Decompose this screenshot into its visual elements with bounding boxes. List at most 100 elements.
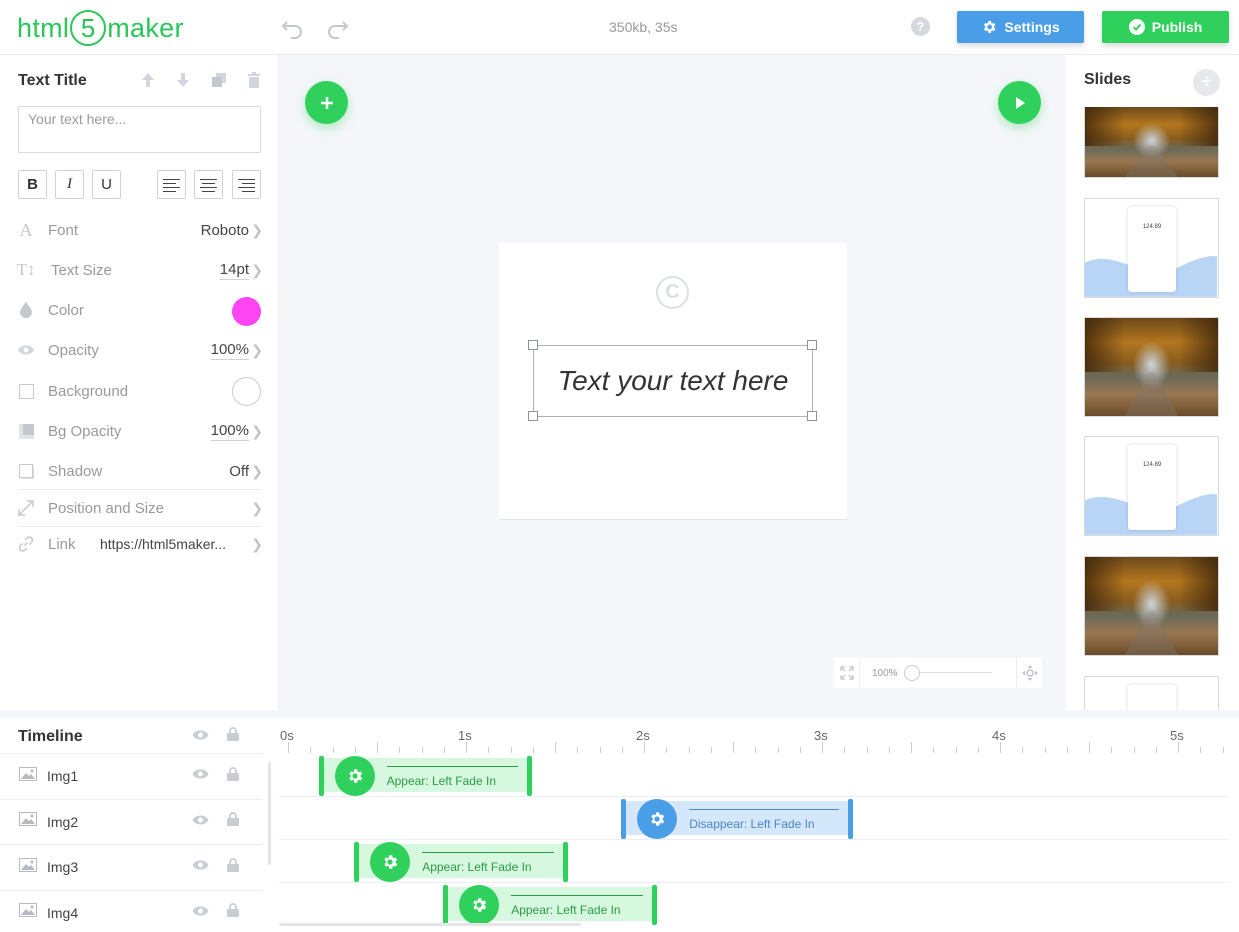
slide-thumbnail-5[interactable] xyxy=(1084,556,1219,656)
move-icon xyxy=(1021,665,1038,681)
link-value[interactable]: https://html5maker... xyxy=(100,536,239,552)
layers-scrollbar[interactable] xyxy=(268,762,271,865)
color-swatch[interactable] xyxy=(232,297,261,326)
play-button[interactable] xyxy=(998,81,1041,124)
fit-to-screen-button[interactable] xyxy=(1016,658,1042,688)
animation-block[interactable]: Appear: Left Fade In xyxy=(443,885,657,925)
animation-start-handle[interactable] xyxy=(621,799,627,839)
link-row[interactable]: Link https://html5maker... ❯ xyxy=(18,529,263,559)
underline-button[interactable]: U xyxy=(92,170,121,199)
fullscreen-button[interactable] xyxy=(834,658,860,688)
animation-end-handle[interactable] xyxy=(562,842,568,882)
eye-icon[interactable] xyxy=(192,904,209,922)
lock-icon[interactable] xyxy=(227,812,239,831)
slide-thumbnail-4[interactable]: 124.89 xyxy=(1084,436,1219,536)
opacity-value[interactable]: 100% xyxy=(210,341,249,360)
text-input[interactable]: Your text here... xyxy=(18,106,261,153)
lock-icon[interactable] xyxy=(227,766,239,786)
move-down-icon[interactable] xyxy=(175,72,191,88)
timeline-layer[interactable]: Img1 xyxy=(0,753,262,798)
background-row[interactable]: Background xyxy=(18,376,263,406)
animation-end-handle[interactable] xyxy=(527,756,533,796)
font-row[interactable]: A Font Roboto ❯ xyxy=(18,215,264,245)
align-center-button[interactable] xyxy=(194,170,223,199)
slide-thumbnail-6[interactable] xyxy=(1084,676,1219,710)
duplicate-icon[interactable] xyxy=(211,72,227,88)
animation-settings-button[interactable] xyxy=(334,756,375,796)
position-size-row[interactable]: Position and Size ❯ xyxy=(18,493,263,523)
slide-stage[interactable]: C Text your text here xyxy=(499,243,847,520)
align-right-button[interactable] xyxy=(232,170,261,199)
redo-button[interactable] xyxy=(325,14,351,40)
bold-button[interactable]: B xyxy=(18,170,47,199)
phone-mockup xyxy=(1128,685,1176,710)
add-slide-button[interactable]: + xyxy=(1193,69,1220,96)
italic-button[interactable]: I xyxy=(55,170,84,199)
eye-icon[interactable] xyxy=(192,728,209,746)
animation-block[interactable]: Appear: Left Fade In xyxy=(318,756,533,796)
zoom-slider-knob[interactable] xyxy=(904,665,920,681)
ruler-tick xyxy=(577,747,579,753)
text-size-value[interactable]: 14pt xyxy=(219,261,249,280)
undo-button[interactable] xyxy=(279,14,305,40)
bg-opacity-value[interactable]: 100% xyxy=(210,422,249,441)
resize-handle-bottom-left[interactable] xyxy=(528,411,538,421)
publish-button[interactable]: Publish xyxy=(1102,11,1229,43)
animation-end-handle[interactable] xyxy=(651,885,657,925)
animation-settings-button[interactable] xyxy=(637,799,678,839)
align-left-button[interactable] xyxy=(157,170,186,199)
bg-opacity-row[interactable]: Bg Opacity 100% ❯ xyxy=(18,416,263,446)
text-size-row[interactable]: T↕ Text Size 14pt ❯ xyxy=(17,255,263,285)
ruler-tick xyxy=(1066,747,1068,753)
help-icon[interactable]: ? xyxy=(911,17,930,36)
droplet-icon xyxy=(18,302,34,318)
animation-block[interactable]: Appear: Left Fade In xyxy=(354,842,568,882)
slide-thumbnail-1[interactable] xyxy=(1084,107,1219,178)
eye-icon[interactable] xyxy=(192,858,209,876)
background-swatch[interactable] xyxy=(232,377,261,406)
play-icon xyxy=(1015,96,1025,109)
ruler-tick xyxy=(1089,742,1090,753)
lock-icon[interactable] xyxy=(227,857,239,877)
trash-icon[interactable] xyxy=(246,72,262,88)
eye-icon[interactable] xyxy=(192,813,209,831)
animation-start-handle[interactable] xyxy=(354,842,360,882)
opacity-row[interactable]: Opacity 100% ❯ xyxy=(18,335,263,365)
ruler-tick xyxy=(354,747,356,753)
canvas-area[interactable]: C Text your text here 100% xyxy=(279,55,1066,710)
animation-start-handle[interactable] xyxy=(318,756,324,796)
animation-block[interactable]: Disappear: Left Fade In xyxy=(621,799,853,839)
slide-thumbnail-3[interactable] xyxy=(1084,317,1219,417)
zoom-slider[interactable] xyxy=(904,658,992,688)
selected-text-element[interactable]: Text your text here xyxy=(533,345,813,417)
ruler-tick xyxy=(844,747,846,753)
checkbox-icon[interactable] xyxy=(18,383,34,399)
eye-icon[interactable] xyxy=(192,767,209,785)
timeline-layer[interactable]: Img3 xyxy=(0,844,262,889)
add-element-button[interactable] xyxy=(305,81,348,124)
text-element-content: Text your text here xyxy=(557,365,789,396)
logo-text-html: html xyxy=(17,12,70,43)
resize-handle-top-right[interactable] xyxy=(807,340,817,350)
lock-icon[interactable] xyxy=(227,727,239,746)
animation-end-handle[interactable] xyxy=(847,799,853,839)
lock-icon[interactable] xyxy=(227,903,239,922)
color-row[interactable]: Color xyxy=(18,295,263,326)
font-label: Font xyxy=(48,221,79,239)
move-up-icon[interactable] xyxy=(140,72,156,88)
timeline-ruler[interactable]: 0s 1s 2s 3s 4s 5s xyxy=(279,718,1239,754)
resize-handle-bottom-right[interactable] xyxy=(807,411,817,421)
resize-handle-top-left[interactable] xyxy=(528,340,538,350)
ruler-tick xyxy=(955,747,957,753)
timeline-scrollbar[interactable] xyxy=(279,923,581,926)
slide-thumbnail-2[interactable]: 124.89 xyxy=(1084,198,1219,298)
logo[interactable]: html 5 maker xyxy=(17,10,184,46)
animation-settings-button[interactable] xyxy=(370,842,411,882)
shadow-row[interactable]: Shadow Off ❯ xyxy=(18,456,263,486)
animation-settings-button[interactable] xyxy=(459,885,500,925)
timeline-layer[interactable]: Img2 xyxy=(0,798,262,844)
settings-button[interactable]: Settings xyxy=(957,11,1084,43)
timeline-layer[interactable]: Img4 xyxy=(0,889,262,932)
animation-start-handle[interactable] xyxy=(443,885,449,925)
ruler-tick xyxy=(644,742,645,753)
